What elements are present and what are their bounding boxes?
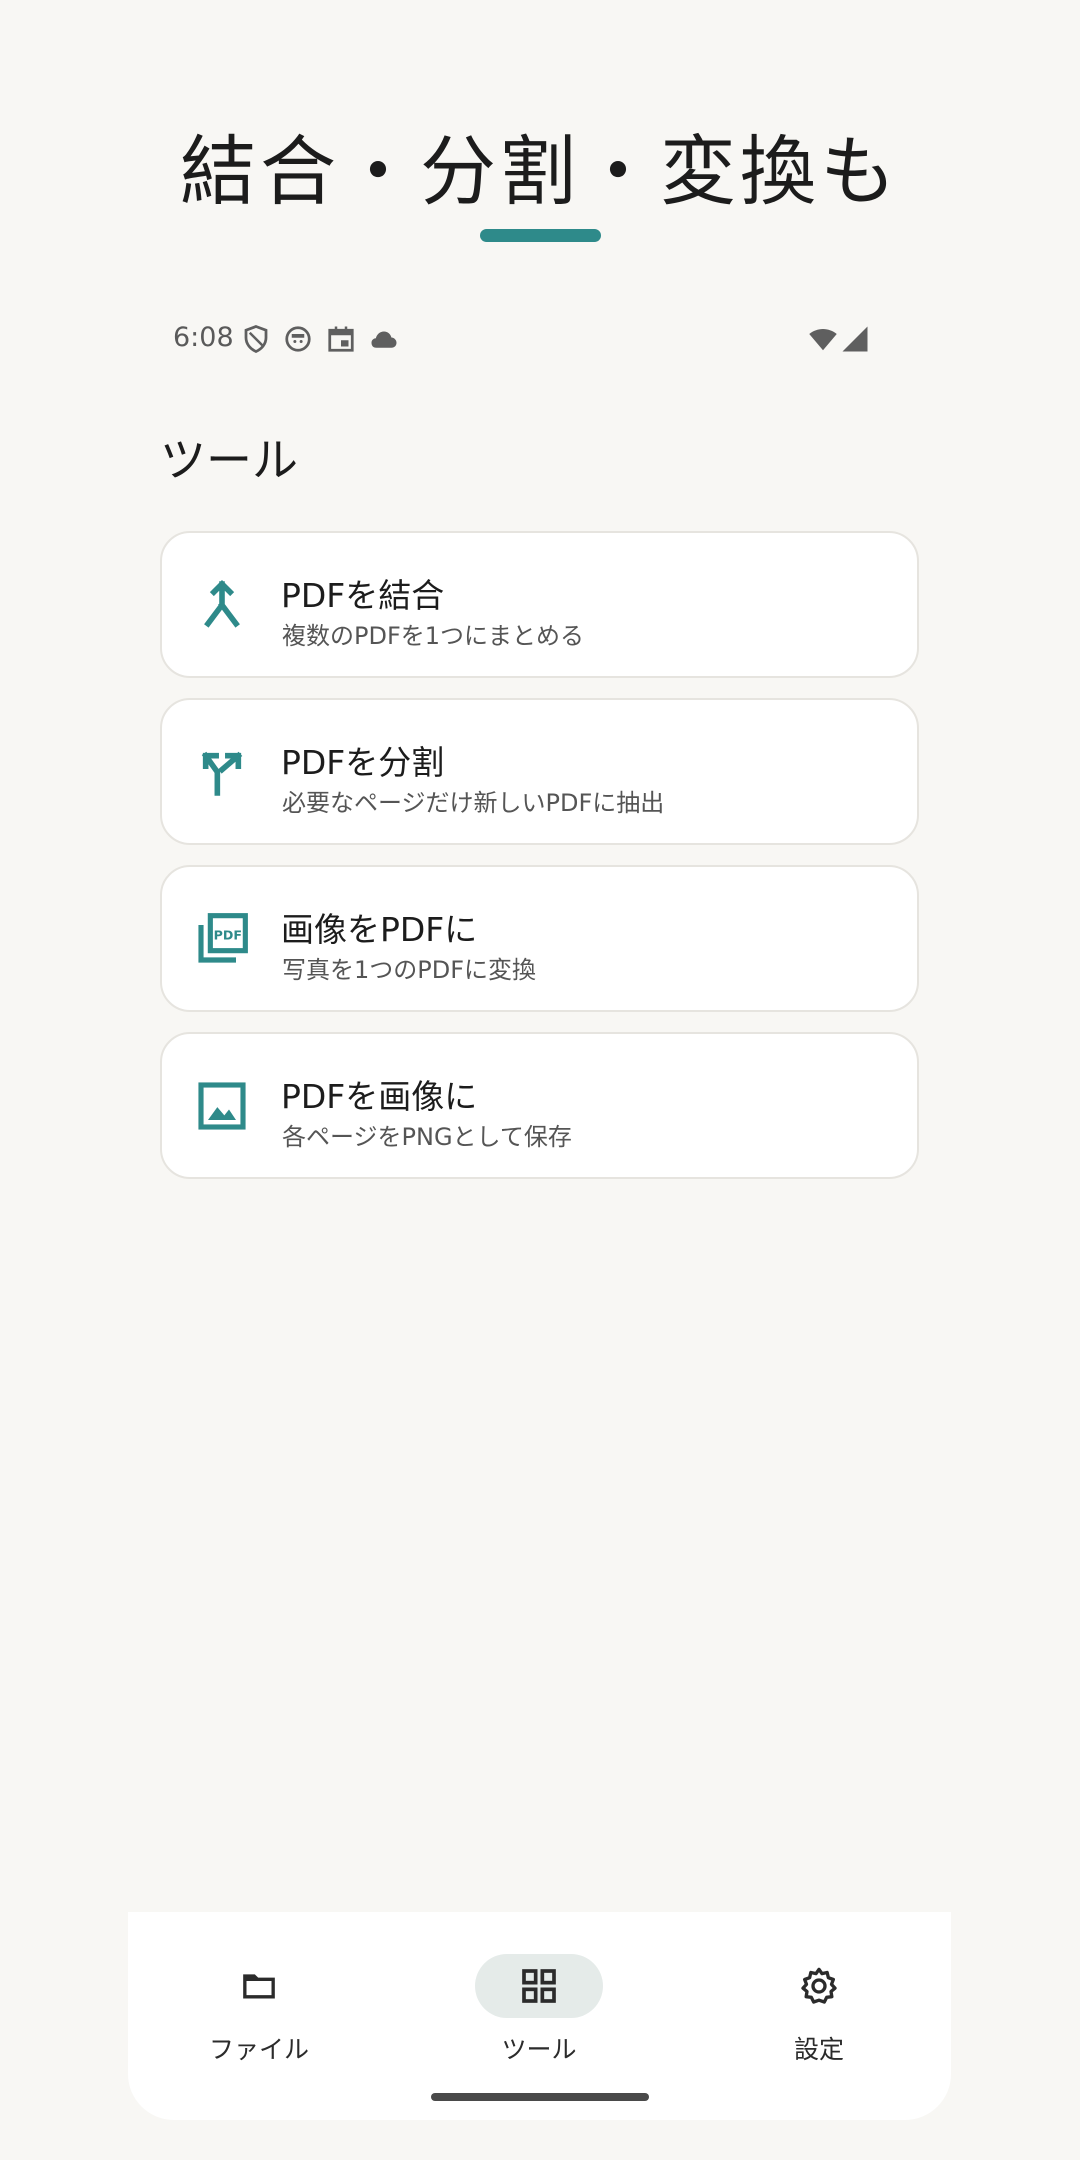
tool-subtitle: 必要なページだけ新しいPDFに抽出 <box>282 789 665 817</box>
tool-subtitle: 写真を1つのPDFに変換 <box>282 956 537 984</box>
tool-subtitle: 各ページをPNGとして保存 <box>282 1123 572 1151</box>
nav-item-files[interactable]: ファイル <box>159 1932 359 2064</box>
shield-icon <box>241 324 271 354</box>
face-icon <box>283 324 313 354</box>
gear-icon <box>799 1966 839 2006</box>
tool-subtitle: 複数のPDFを1つにまとめる <box>282 622 585 650</box>
nav-label: ファイル <box>208 2035 309 2064</box>
promo-headline: 結合・分割・変換も <box>180 127 900 216</box>
tool-title: PDFを画像に <box>281 1077 478 1116</box>
cloud-icon <box>369 324 399 354</box>
tool-card-image-to-pdf[interactable]: PDF 画像をPDFに 写真を1つのPDFに変換 <box>160 865 919 1012</box>
nav-label: 設定 <box>793 2035 844 2064</box>
grid-icon <box>519 1966 559 2006</box>
merge-icon <box>194 577 250 633</box>
image-icon <box>194 1078 250 1134</box>
headline-underline <box>480 229 601 242</box>
status-time: 6:08 <box>173 322 234 353</box>
wifi-icon <box>806 324 840 354</box>
tool-card-split[interactable]: PDFを分割 必要なページだけ新しいPDFに抽出 <box>160 698 919 845</box>
nav-item-settings[interactable]: 設定 <box>719 1932 919 2064</box>
tool-title: PDFを結合 <box>281 576 445 615</box>
bottom-navigation: ファイル ツール 設定 <box>128 1912 951 2120</box>
tool-title: 画像をPDFに <box>281 910 478 949</box>
tool-title: PDFを分割 <box>281 743 445 782</box>
pdf-stack-icon: PDF <box>194 911 250 967</box>
section-title: ツール <box>160 433 298 487</box>
calendar-icon <box>326 324 356 354</box>
tool-card-merge[interactable]: PDFを結合 複数のPDFを1つにまとめる <box>160 531 919 678</box>
status-bar: 6:08 <box>173 320 868 360</box>
nav-item-tools[interactable]: ツール <box>439 1932 639 2064</box>
tool-card-pdf-to-image[interactable]: PDFを画像に 各ページをPNGとして保存 <box>160 1032 919 1179</box>
folder-icon <box>239 1966 279 2006</box>
split-icon <box>194 744 250 800</box>
nav-label: ツール <box>501 2035 577 2064</box>
home-indicator[interactable] <box>431 2093 649 2101</box>
svg-text:PDF: PDF <box>214 927 242 942</box>
signal-icon <box>840 324 870 354</box>
